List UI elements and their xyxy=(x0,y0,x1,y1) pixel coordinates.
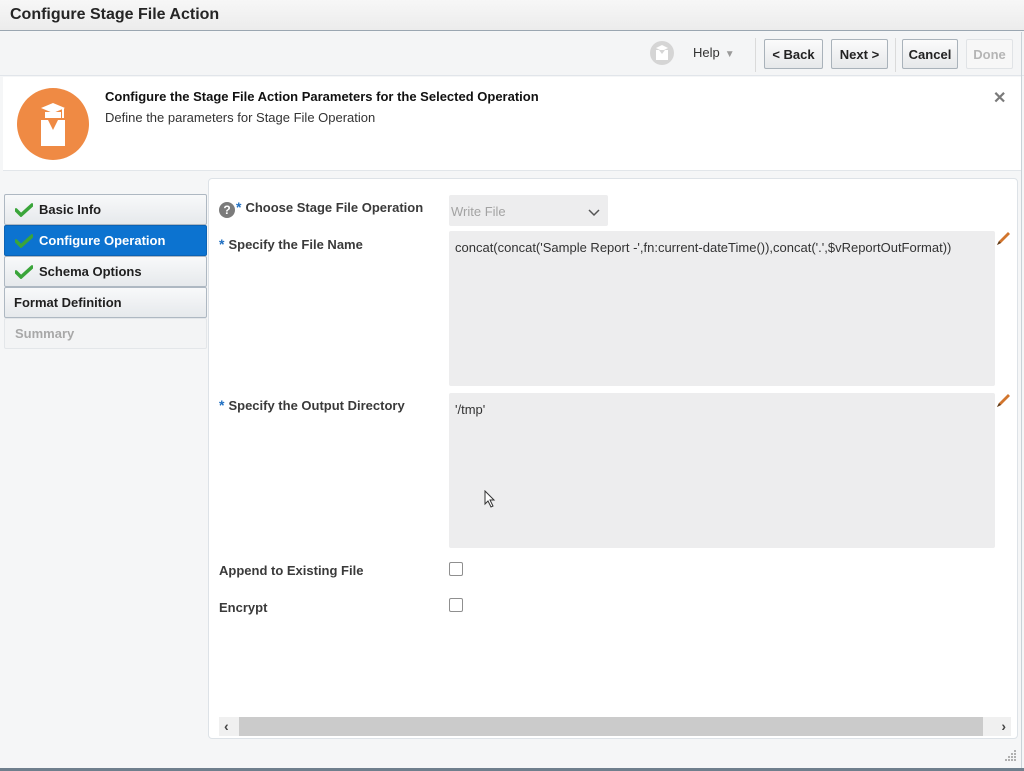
operation-value: Write File xyxy=(451,204,506,219)
file-name-input[interactable]: concat(concat('Sample Report -',fn:curre… xyxy=(449,231,995,386)
scroll-left-icon[interactable]: ‹ xyxy=(224,718,229,734)
resize-grip-icon[interactable] xyxy=(1005,748,1017,766)
step-basic-info[interactable]: Basic Info xyxy=(4,194,207,225)
window-border xyxy=(1021,32,1022,771)
page-header: Configure the Stage File Action Paramete… xyxy=(3,77,1021,171)
guide-icon[interactable] xyxy=(650,41,674,65)
next-button[interactable]: Next > xyxy=(831,39,888,69)
output-directory-label: * Specify the Output Directory xyxy=(219,397,405,413)
cancel-button[interactable]: Cancel xyxy=(902,39,958,69)
scrollbar-thumb[interactable] xyxy=(239,717,983,736)
operation-select[interactable]: Write File xyxy=(449,195,608,226)
title-bar: Configure Stage File Action xyxy=(0,0,1024,31)
chevron-down-icon xyxy=(588,205,600,220)
header-title: Configure the Stage File Action Paramete… xyxy=(105,89,539,104)
help-menu[interactable]: Help ▼ xyxy=(693,45,735,60)
append-checkbox[interactable] xyxy=(449,562,463,576)
mouse-cursor-icon xyxy=(484,489,496,513)
done-button: Done xyxy=(966,39,1013,69)
step-train: Basic Info Configure Operation Schema Op… xyxy=(4,194,207,349)
required-marker: * xyxy=(219,236,225,252)
append-label: Append to Existing File xyxy=(219,563,364,578)
scroll-right-icon[interactable]: › xyxy=(1001,718,1006,734)
horizontal-scrollbar[interactable]: ‹ › xyxy=(219,717,1011,736)
step-schema-options[interactable]: Schema Options xyxy=(4,256,207,287)
required-marker: * xyxy=(236,199,242,215)
edit-expression-icon[interactable] xyxy=(995,393,1011,414)
step-configure-operation[interactable]: Configure Operation xyxy=(4,225,207,256)
stage-file-logo xyxy=(17,88,89,160)
close-icon[interactable]: ✕ xyxy=(993,88,1006,108)
encrypt-label: Encrypt xyxy=(219,600,268,615)
step-format-definition[interactable]: Format Definition xyxy=(4,287,207,318)
step-label: Configure Operation xyxy=(39,233,166,248)
help-icon[interactable]: ? xyxy=(219,202,235,218)
encrypt-checkbox[interactable] xyxy=(449,598,463,612)
file-name-label: * Specify the File Name xyxy=(219,236,363,252)
step-label: Format Definition xyxy=(14,295,122,310)
required-marker: * xyxy=(219,397,225,413)
output-directory-input[interactable]: '/tmp' xyxy=(449,393,995,548)
edit-expression-icon[interactable] xyxy=(995,231,1011,252)
toolbar-divider xyxy=(895,38,896,72)
help-label: Help xyxy=(693,45,720,60)
window-title: Configure Stage File Action xyxy=(10,6,220,23)
checkmark-icon xyxy=(15,202,33,217)
chevron-down-icon: ▼ xyxy=(724,49,735,60)
toolbar-divider xyxy=(755,38,756,72)
header-subtitle: Define the parameters for Stage File Ope… xyxy=(105,110,376,125)
step-summary: Summary xyxy=(4,318,207,349)
operation-label: ? * Choose Stage File Operation xyxy=(219,199,423,218)
checkmark-icon xyxy=(15,264,33,279)
step-label: Summary xyxy=(15,326,75,341)
checkmark-icon xyxy=(15,233,33,248)
step-label: Schema Options xyxy=(39,264,142,279)
back-button[interactable]: < Back xyxy=(764,39,823,69)
step-label: Basic Info xyxy=(39,202,102,217)
